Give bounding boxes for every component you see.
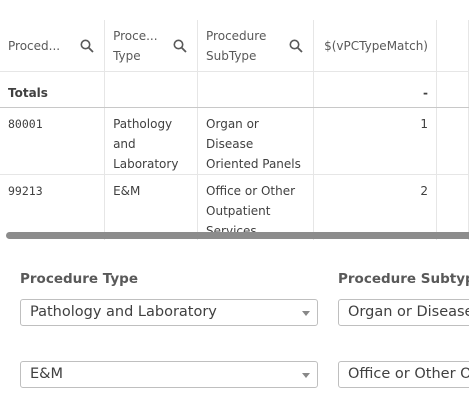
dropdown-value: Office or Other O xyxy=(348,366,469,382)
search-icon[interactable] xyxy=(289,39,303,53)
chevron-down-icon xyxy=(302,373,310,378)
column-header-procedure-type[interactable]: Proce... Type xyxy=(104,20,199,72)
totals-row: Totals - xyxy=(0,71,469,108)
search-icon[interactable] xyxy=(80,39,94,53)
cell-procedure-code[interactable]: 80001 xyxy=(0,107,106,175)
procedure-type-dropdown[interactable]: E&M xyxy=(20,361,318,388)
column-header-measure[interactable]: $(vPCTypeMatch) xyxy=(313,20,437,72)
procedure-type-dropdown[interactable]: Pathology and Laboratory xyxy=(20,299,318,326)
dropdown-value: Organ or Disease xyxy=(348,304,469,320)
dropdown-value: E&M xyxy=(30,366,63,382)
data-table: Proced... Proce... Type Procedure SubTyp… xyxy=(0,0,469,240)
search-icon[interactable] xyxy=(173,39,187,53)
cell-procedure-type[interactable]: Pathology and Laboratory xyxy=(104,107,199,175)
chevron-down-icon xyxy=(302,311,310,316)
cell-measure-value: 1 xyxy=(313,107,437,175)
table-row[interactable]: 80001 Pathology and Laboratory Organ or … xyxy=(0,107,469,175)
column-header-procedure[interactable]: Proced... xyxy=(0,20,106,72)
column-header-overflow xyxy=(436,20,469,72)
procedure-subtype-dropdown[interactable]: Office or Other O xyxy=(338,361,469,388)
column-header-label: $(vPCTypeMatch) xyxy=(324,38,428,53)
totals-value: - xyxy=(313,71,437,108)
cell-procedure-subtype[interactable]: Office or Other Outpatient Services xyxy=(197,174,315,240)
cell-procedure-code[interactable]: 99213 xyxy=(0,174,106,240)
dropdown-value: Pathology and Laboratory xyxy=(30,304,217,320)
cell-measure-value: 2 xyxy=(313,174,437,240)
column-header-procedure-subtype[interactable]: Procedure SubType xyxy=(197,20,315,72)
procedure-subtype-label: Procedure Subtype xyxy=(338,271,469,287)
totals-label: Totals xyxy=(0,71,106,108)
cell-procedure-type[interactable]: E&M xyxy=(104,174,199,240)
procedure-type-label: Procedure Type xyxy=(20,271,138,287)
procedure-subtype-dropdown[interactable]: Organ or Disease xyxy=(338,299,469,326)
table-row[interactable]: 99213 E&M Office or Other Outpatient Ser… xyxy=(0,174,469,240)
cell-procedure-subtype[interactable]: Organ or Disease Oriented Panels xyxy=(197,107,315,175)
header-row: Proced... Proce... Type Procedure SubTyp… xyxy=(0,20,469,72)
horizontal-scrollbar[interactable] xyxy=(6,232,469,239)
procedure-table: Proced... Proce... Type Procedure SubTyp… xyxy=(0,20,469,240)
